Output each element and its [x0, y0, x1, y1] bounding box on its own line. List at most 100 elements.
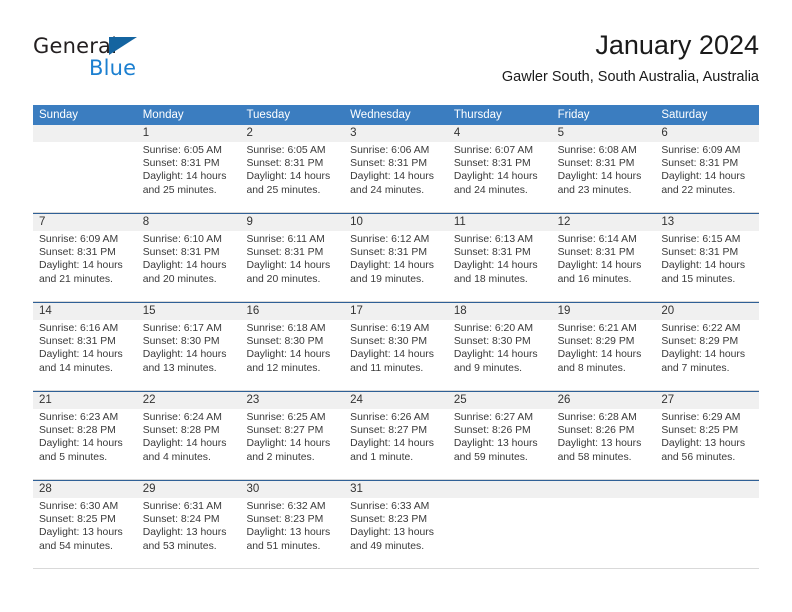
- calendar-day-cell[interactable]: 22 Sunrise: 6:24 AM Sunset: 8:28 PM Dayligh…: [136, 392, 241, 480]
- calendar-day-cell[interactable]: 12 Sunrise: 6:14 AM Sunset: 8:31 PM Dayligh…: [551, 214, 656, 302]
- day-sun-info: Sunrise: 6:33 AM Sunset: 8:23 PM Daylight:…: [344, 498, 448, 553]
- day-sun-info: Sunrise: 6:13 AM Sunset: 8:31 PM Daylight:…: [448, 231, 552, 286]
- calendar-day-cell[interactable]: 28 Sunrise: 6:30 AM Sunset: 8:25 PM Dayligh…: [33, 481, 137, 569]
- day-sunset-text: Sunset: 8:23 PM: [246, 514, 324, 526]
- day-sun-info: Sunrise: 6:30 AM Sunset: 8:25 PM Daylight:…: [33, 498, 137, 553]
- day-daylight-text: Daylight: 14 hours: [142, 171, 227, 183]
- day-number: 6: [655, 125, 760, 142]
- day-sun-info: Sunrise: 6:10 AM Sunset: 8:31 PM Daylight:…: [137, 231, 241, 286]
- day-daylight-text: Daylight: 14 hours: [661, 260, 746, 272]
- calendar-day-cell[interactable]: 8 Sunrise: 6:10 AM Sunset: 8:31 PM Daylight…: [136, 214, 241, 302]
- calendar-day-cell[interactable]: 30 Sunrise: 6:32 AM Sunset: 8:23 PM Dayligh…: [240, 481, 345, 569]
- calendar-day-cell[interactable]: 17 Sunrise: 6:19 AM Sunset: 8:30 PM Dayligh…: [344, 303, 448, 391]
- day-sun-info: Sunrise: 6:20 AM Sunset: 8:30 PM Daylight:…: [448, 320, 552, 375]
- day-daylight-text: and 23 minutes.: [557, 184, 632, 196]
- calendar-day-cell[interactable]: 15 Sunrise: 6:17 AM Sunset: 8:30 PM Dayligh…: [136, 303, 241, 391]
- day-sun-info: [655, 498, 759, 500]
- day-daylight-text: Daylight: 14 hours: [350, 438, 434, 450]
- calendar-day-cell[interactable]: 5 Sunrise: 6:08 AM Sunset: 8:31 PM Daylight…: [551, 125, 656, 213]
- day-sunset-text: Sunset: 8:26 PM: [453, 425, 531, 437]
- calendar-day-cell[interactable]: 29 Sunrise: 6:31 AM Sunset: 8:24 PM Dayligh…: [136, 481, 241, 569]
- week-separator: [33, 568, 759, 569]
- day-number: 1: [136, 125, 241, 142]
- day-sun-info: Sunrise: 6:17 AM Sunset: 8:30 PM Daylight:…: [137, 320, 241, 375]
- day-sun-info: Sunrise: 6:19 AM Sunset: 8:30 PM Daylight:…: [344, 320, 448, 375]
- day-daylight-text: Daylight: 13 hours: [453, 438, 538, 450]
- day-daylight-text: and 1 minute.: [350, 451, 414, 463]
- day-number: 8: [136, 214, 241, 231]
- day-daylight-text: Daylight: 14 hours: [142, 438, 227, 450]
- day-sunrise-text: Sunrise: 6:23 AM: [39, 412, 119, 423]
- calendar-day-cell[interactable]: 11 Sunrise: 6:13 AM Sunset: 8:31 PM Dayligh…: [447, 214, 552, 302]
- general-blue-logo[interactable]: General Blue: [33, 34, 213, 90]
- day-daylight-text: and 4 minutes.: [142, 451, 211, 463]
- weekday-header-wednesday: Wednesday: [350, 109, 411, 121]
- calendar-day-cell[interactable]: 7 Sunrise: 6:09 AM Sunset: 8:31 PM Daylight…: [33, 214, 137, 302]
- day-number: 14: [33, 303, 137, 320]
- day-sunrise-text: Sunrise: 6:28 AM: [557, 412, 637, 423]
- day-daylight-text: Daylight: 14 hours: [350, 260, 434, 272]
- day-sunrise-text: Sunrise: 6:21 AM: [557, 323, 637, 334]
- day-number: 28: [33, 481, 137, 498]
- page-header: General Blue January 2024 Gawler South, …: [33, 28, 759, 98]
- calendar-day-cell[interactable]: 2 Sunrise: 6:05 AM Sunset: 8:31 PM Daylight…: [240, 125, 345, 213]
- calendar-day-cell[interactable]: 26 Sunrise: 6:28 AM Sunset: 8:26 PM Dayligh…: [551, 392, 656, 480]
- calendar-day-cell[interactable]: 3 Sunrise: 6:06 AM Sunset: 8:31 PM Daylight…: [344, 125, 448, 213]
- day-number: [655, 481, 760, 498]
- day-number: 30: [240, 481, 345, 498]
- calendar-day-cell[interactable]: 13 Sunrise: 6:15 AM Sunset: 8:31 PM Dayligh…: [655, 214, 760, 302]
- location-subtitle: Gawler South, South Australia, Australia: [501, 69, 759, 85]
- day-sunset-text: Sunset: 8:25 PM: [661, 425, 739, 437]
- calendar-day-cell[interactable]: 24 Sunrise: 6:26 AM Sunset: 8:27 PM Dayligh…: [344, 392, 448, 480]
- calendar-day-cell[interactable]: 16 Sunrise: 6:18 AM Sunset: 8:30 PM Dayligh…: [240, 303, 345, 391]
- calendar-day-cell[interactable]: 9 Sunrise: 6:11 AM Sunset: 8:31 PM Daylight…: [240, 214, 345, 302]
- day-sunset-text: Sunset: 8:31 PM: [453, 158, 531, 170]
- day-sunrise-text: Sunrise: 6:12 AM: [350, 234, 430, 245]
- day-daylight-text: Daylight: 14 hours: [39, 349, 123, 361]
- day-sunrise-text: Sunrise: 6:22 AM: [661, 323, 741, 334]
- day-sunset-text: Sunset: 8:23 PM: [350, 514, 427, 526]
- calendar-day-cell[interactable]: 6 Sunrise: 6:09 AM Sunset: 8:31 PM Daylight…: [655, 125, 760, 213]
- day-number: 17: [344, 303, 448, 320]
- day-sunset-text: Sunset: 8:31 PM: [661, 158, 739, 170]
- day-sun-info: Sunrise: 6:09 AM Sunset: 8:31 PM Daylight:…: [655, 142, 759, 197]
- day-daylight-text: and 56 minutes.: [661, 451, 736, 463]
- weekday-header-thursday: Thursday: [453, 109, 502, 121]
- day-sun-info: [552, 498, 656, 500]
- day-sunrise-text: Sunrise: 6:05 AM: [246, 145, 326, 156]
- day-daylight-text: Daylight: 14 hours: [246, 171, 331, 183]
- day-sunset-text: Sunset: 8:25 PM: [39, 514, 116, 526]
- calendar-day-cell[interactable]: 20 Sunrise: 6:22 AM Sunset: 8:29 PM Dayligh…: [655, 303, 760, 391]
- calendar-day-cell[interactable]: 1 Sunrise: 6:05 AM Sunset: 8:31 PM Daylight…: [136, 125, 241, 213]
- calendar-day-cell[interactable]: 31 Sunrise: 6:33 AM Sunset: 8:23 PM Dayligh…: [344, 481, 448, 569]
- calendar-day-cell[interactable]: 4 Sunrise: 6:07 AM Sunset: 8:31 PM Daylight…: [447, 125, 552, 213]
- day-number: 23: [240, 392, 345, 409]
- calendar-day-cell[interactable]: 18 Sunrise: 6:20 AM Sunset: 8:30 PM Dayligh…: [447, 303, 552, 391]
- calendar-day-cell[interactable]: 14 Sunrise: 6:16 AM Sunset: 8:31 PM Dayligh…: [33, 303, 137, 391]
- day-sunrise-text: Sunrise: 6:32 AM: [246, 501, 326, 512]
- day-daylight-text: and 7 minutes.: [661, 362, 730, 374]
- calendar-day-cell[interactable]: 23 Sunrise: 6:25 AM Sunset: 8:27 PM Dayligh…: [240, 392, 345, 480]
- page-title: January 2024: [595, 30, 759, 60]
- day-daylight-text: Daylight: 14 hours: [557, 171, 642, 183]
- day-number: 9: [240, 214, 345, 231]
- calendar-day-cell[interactable]: 10 Sunrise: 6:12 AM Sunset: 8:31 PM Dayligh…: [344, 214, 448, 302]
- day-number: [447, 481, 552, 498]
- calendar-week-row: 7 Sunrise: 6:09 AM Sunset: 8:31 PM Daylight…: [33, 213, 760, 302]
- day-number: 29: [136, 481, 241, 498]
- day-daylight-text: and 18 minutes.: [453, 273, 528, 285]
- weekday-header-saturday: Saturday: [661, 109, 708, 121]
- day-daylight-text: and 14 minutes.: [39, 362, 113, 374]
- calendar-day-cell[interactable]: 25 Sunrise: 6:27 AM Sunset: 8:26 PM Dayligh…: [447, 392, 552, 480]
- calendar-day-cell[interactable]: 21 Sunrise: 6:23 AM Sunset: 8:28 PM Dayligh…: [33, 392, 137, 480]
- day-sun-info: Sunrise: 6:28 AM Sunset: 8:26 PM Daylight:…: [552, 409, 656, 464]
- day-number: 4: [447, 125, 552, 142]
- calendar-day-cell[interactable]: 19 Sunrise: 6:21 AM Sunset: 8:29 PM Dayligh…: [551, 303, 656, 391]
- calendar-day-cell[interactable]: 27 Sunrise: 6:29 AM Sunset: 8:25 PM Dayligh…: [655, 392, 760, 480]
- day-sun-info: Sunrise: 6:15 AM Sunset: 8:31 PM Daylight:…: [655, 231, 759, 286]
- day-sun-info: Sunrise: 6:23 AM Sunset: 8:28 PM Daylight:…: [33, 409, 137, 464]
- day-sunrise-text: Sunrise: 6:31 AM: [142, 501, 222, 512]
- day-daylight-text: and 59 minutes.: [453, 451, 528, 463]
- day-sun-info: Sunrise: 6:18 AM Sunset: 8:30 PM Daylight:…: [240, 320, 344, 375]
- day-sunset-text: Sunset: 8:29 PM: [557, 336, 635, 348]
